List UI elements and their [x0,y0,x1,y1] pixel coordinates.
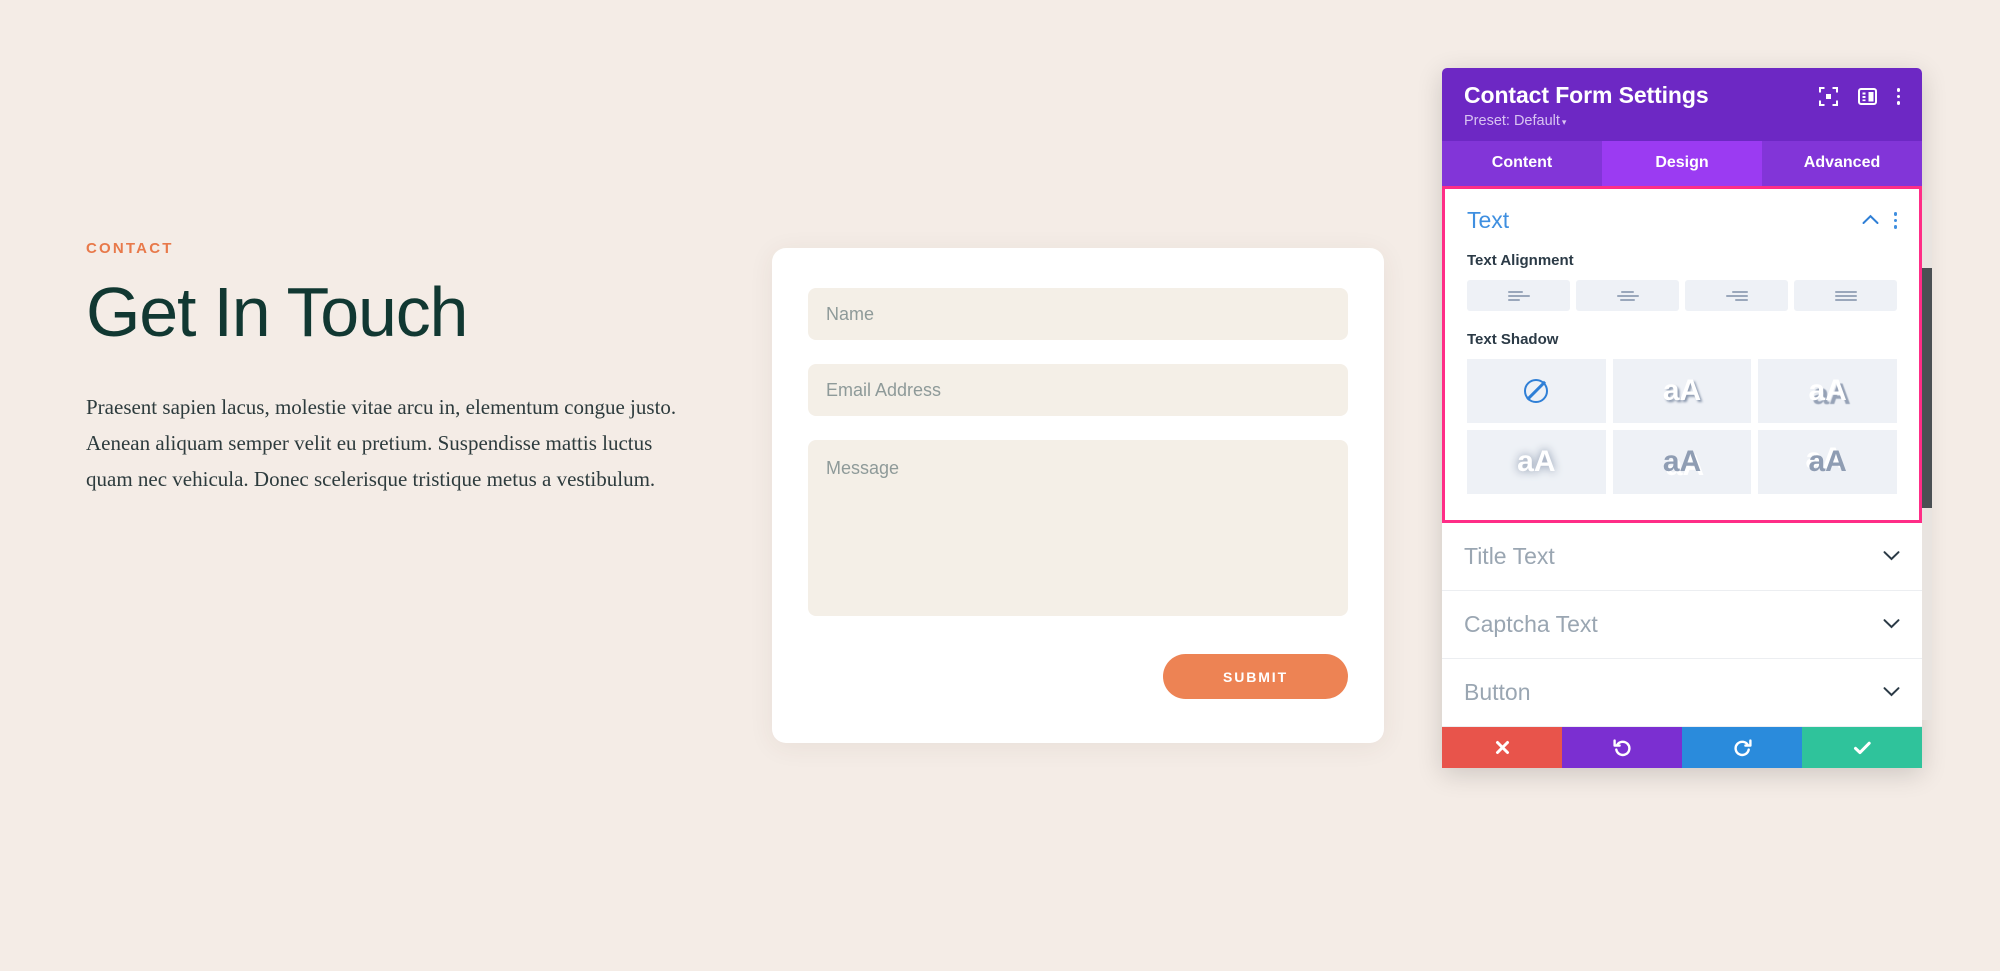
align-left-button[interactable] [1467,280,1570,311]
tab-content[interactable]: Content [1442,141,1602,186]
align-justify-button[interactable] [1794,280,1897,311]
modal-header: Contact Form Settings Preset: Default ▾ [1442,68,1922,141]
section-captcha-text[interactable]: Captcha Text [1442,591,1922,659]
redo-button[interactable] [1682,727,1802,768]
text-shadow-soft-down-button[interactable]: aA [1612,359,1752,423]
section-button-label: Button [1464,679,1531,705]
text-alignment-label: Text Alignment [1467,252,1574,269]
section-text-controls [1862,212,1897,230]
intro-paragraph: Praesent sapien lacus, molestie vitae ar… [86,395,677,492]
undo-arrow-icon [1612,739,1631,757]
panel-layout-icon[interactable] [1857,87,1877,106]
contact-form-card: SUBMIT [772,248,1384,743]
section-text-header[interactable]: Text [1445,189,1919,244]
section-text: Text Text Alignment Text Shadow aA aA aA… [1442,186,1922,523]
preset-selector[interactable]: Preset: Default ▾ [1464,113,1900,129]
modal-title: Contact Form Settings [1464,82,1709,108]
text-shadow-label: Text Shadow [1467,331,1559,348]
no-shadow-icon [1524,379,1549,403]
close-x-icon [1495,741,1509,754]
text-shadow-hard-down-button[interactable]: aA [1758,359,1897,423]
shadow-preview-glyph: aA [1808,374,1847,407]
shadow-preview-glyph: aA [1808,445,1847,478]
shadow-preview-glyph: aA [1517,445,1556,478]
section-captcha-text-label: Captcha Text [1464,611,1598,637]
chevron-down-icon[interactable] [1883,684,1900,702]
tab-advanced[interactable]: Advanced [1762,141,1922,186]
eyebrow-label: CONTACT [86,240,174,257]
section-title-text-label: Title Text [1464,543,1555,569]
name-input[interactable] [808,288,1348,340]
undo-button[interactable] [1562,727,1682,768]
text-shadow-glow-button[interactable]: aA [1467,430,1606,494]
redo-arrow-icon [1733,739,1752,757]
contact-intro-block: CONTACT Get In Touch Praesent sapien lac… [86,240,726,497]
text-shadow-group: aA aA aA aA aA [1467,359,1897,494]
section-title-text[interactable]: Title Text [1442,523,1922,591]
kebab-menu-icon[interactable] [1896,88,1900,105]
section-button[interactable]: Button [1442,659,1922,727]
modal-scrollbar-thumb[interactable] [1922,268,1932,508]
preset-label: Preset: Default [1464,113,1560,129]
text-shadow-inner-down-button[interactable]: aA [1612,430,1752,494]
modal-header-icons [1818,82,1900,106]
submit-row: SUBMIT [808,654,1348,699]
text-alignment-group [1467,280,1897,311]
shadow-preview-glyph: aA [1662,374,1702,407]
modal-title-row: Contact Form Settings [1464,82,1900,109]
chevron-down-icon[interactable] [1883,616,1900,634]
checkmark-icon [1853,741,1871,754]
modal-tabs: Content Design Advanced [1442,141,1922,186]
focus-target-icon[interactable] [1818,87,1838,106]
page-title: Get In Touch [86,273,468,351]
section-text-body: Text Alignment Text Shadow aA aA aA aA a… [1445,244,1919,520]
message-input[interactable] [808,440,1348,616]
save-button[interactable] [1802,727,1922,768]
text-shadow-inner-up-button[interactable]: aA [1758,430,1897,494]
submit-button[interactable]: SUBMIT [1163,654,1348,699]
align-center-button[interactable] [1576,280,1679,311]
email-input[interactable] [808,364,1348,416]
cancel-button[interactable] [1442,727,1562,768]
text-shadow-none-button[interactable] [1467,359,1606,423]
preset-caret-icon: ▾ [1561,117,1567,127]
chevron-down-icon[interactable] [1883,548,1900,566]
tab-design[interactable]: Design [1602,141,1762,186]
shadow-preview-glyph: aA [1662,445,1702,478]
section-text-title: Text [1467,207,1510,233]
chevron-up-icon[interactable] [1862,212,1879,230]
align-right-button[interactable] [1685,280,1788,311]
modal-action-bar [1442,727,1922,768]
settings-modal: Contact Form Settings Preset: Default ▾ … [1442,68,1932,768]
section-kebab-menu-icon[interactable] [1893,212,1897,229]
